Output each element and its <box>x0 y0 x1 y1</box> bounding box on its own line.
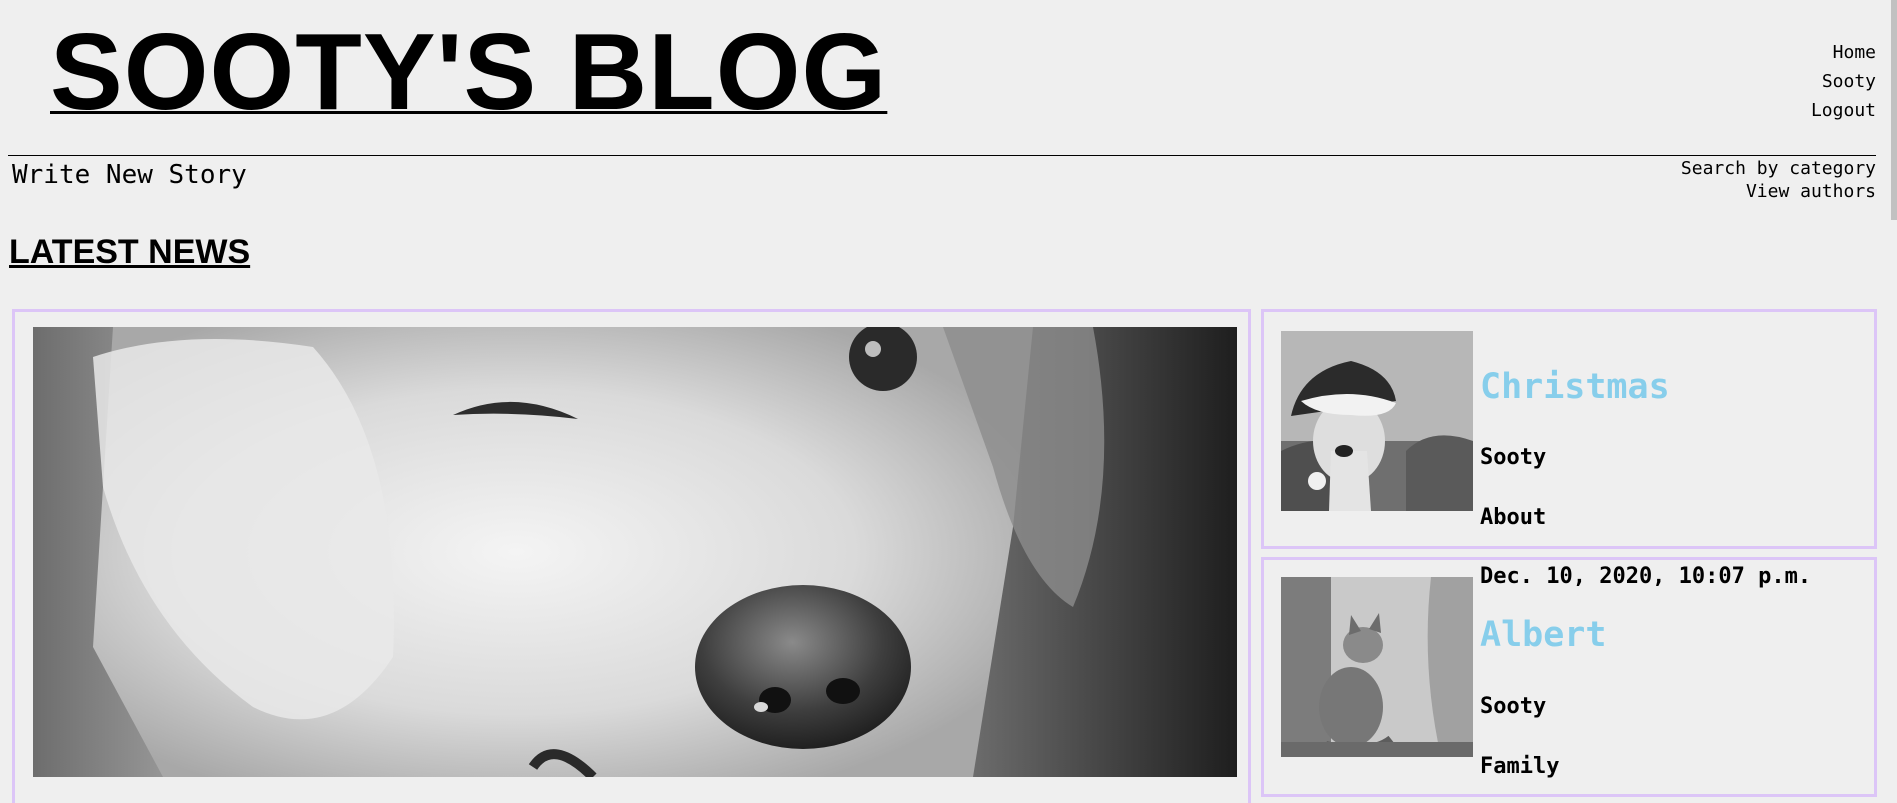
site-title[interactable]: SOOTY'S BLOG <box>50 18 887 127</box>
story-title-link[interactable]: Christmas <box>1480 367 1670 407</box>
nav-logout-link[interactable]: Logout <box>1811 96 1876 125</box>
story-title-link[interactable]: Albert <box>1480 615 1606 655</box>
write-new-story-link[interactable]: Write New Story <box>12 160 247 190</box>
story-author-link[interactable]: Sooty <box>1480 694 1546 719</box>
top-nav: Home Sooty Logout <box>1811 38 1876 125</box>
story-author-link[interactable]: Sooty <box>1480 445 1546 470</box>
nav-home-link[interactable]: Home <box>1811 38 1876 67</box>
story-thumbnail[interactable] <box>1281 577 1473 757</box>
section-title: LATEST NEWS <box>9 233 251 271</box>
story-category-link[interactable]: Family <box>1480 754 1559 779</box>
nav-profile-link[interactable]: Sooty <box>1811 67 1876 96</box>
search-by-category-link[interactable]: Search by category <box>1681 157 1876 180</box>
vertical-scrollbar[interactable] <box>1891 0 1897 220</box>
featured-story-card[interactable] <box>12 309 1251 803</box>
story-category-link[interactable]: About <box>1480 505 1546 530</box>
story-date: Dec. 10, 2020, 10:07 p.m. <box>1480 564 1812 589</box>
story-thumbnail[interactable] <box>1281 331 1473 511</box>
featured-dog-image[interactable] <box>33 327 1237 777</box>
story-card[interactable]: Christmas Sooty About <box>1261 309 1877 549</box>
view-authors-link[interactable]: View authors <box>1681 180 1876 203</box>
header-divider <box>8 155 1876 156</box>
secondary-nav: Search by category View authors <box>1681 157 1876 203</box>
story-card[interactable]: Dec. 10, 2020, 10:07 p.m. Albert Sooty F… <box>1261 557 1877 797</box>
